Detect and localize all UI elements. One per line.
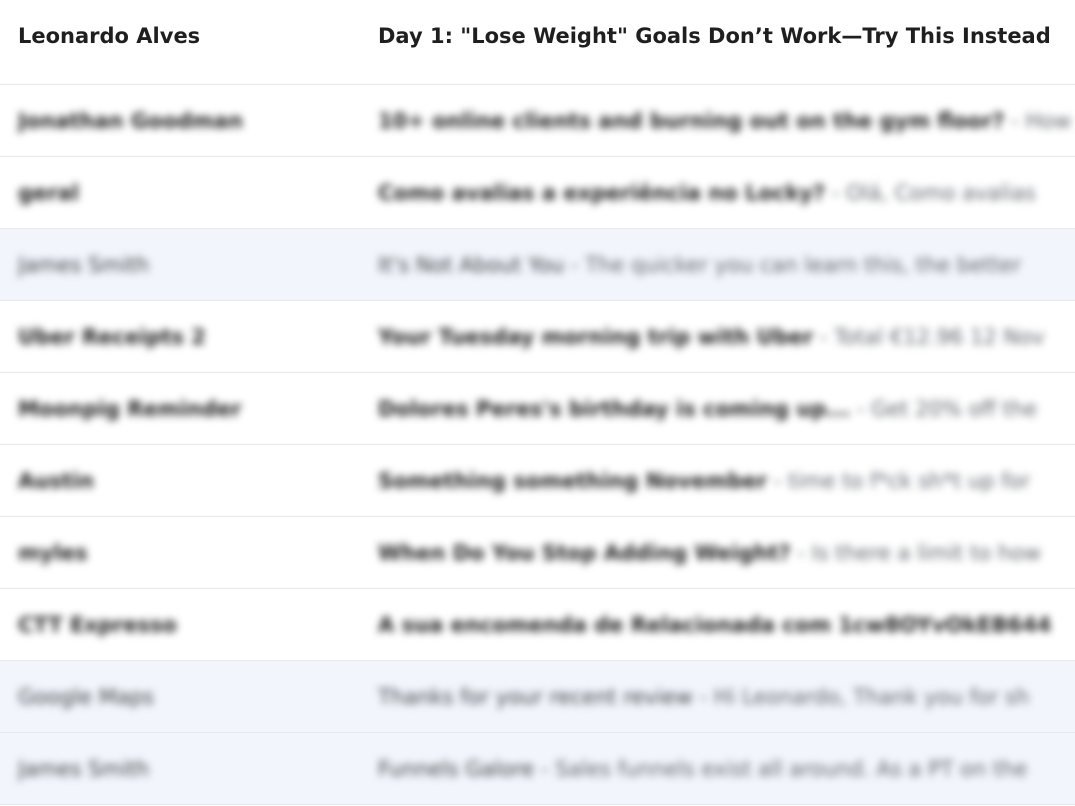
email-subject: Dolores Peres's birthday is coming up...: [378, 397, 851, 421]
email-snippet: time to f*ck sh*t up for: [788, 469, 1031, 493]
email-subject: When Do You Stop Adding Weight?: [378, 541, 791, 565]
email-sender: Uber Receipts 2: [18, 325, 206, 349]
email-row[interactable]: geral Como avalias a experiência no Lock…: [0, 157, 1075, 229]
email-sender: James Smith: [18, 253, 150, 277]
email-subject-line: Something something November - time to f…: [378, 445, 1075, 516]
email-subject-line: It's Not About You - The quicker you can…: [378, 229, 1075, 300]
email-row[interactable]: James Smith Funnels Galore - Sales funne…: [0, 733, 1075, 805]
email-snippet: Total €12.96 12 Nov: [834, 325, 1045, 349]
separator: -: [790, 541, 812, 565]
email-row[interactable]: Google Maps Thanks for your recent revie…: [0, 661, 1075, 733]
separator: -: [692, 685, 714, 709]
separator: -: [825, 181, 847, 205]
email-subject-line: Funnels Galore - Sales funnels exist all…: [378, 733, 1075, 804]
email-snippet: Hi Leonardo, Thank you for sh: [713, 685, 1030, 709]
email-row[interactable]: CTT Expresso A sua encomenda de Relacion…: [0, 589, 1075, 661]
email-list: Leonardo Alves Day 1: "Lose Weight" Goal…: [0, 0, 1075, 806]
separator: -: [534, 757, 556, 781]
email-sender: myles: [18, 541, 88, 565]
email-sender: Google Maps: [18, 685, 154, 709]
email-sender: Austin: [18, 469, 94, 493]
email-subject-line: A sua encomenda de Relacionada com 1cw8O…: [378, 589, 1075, 660]
email-snippet: The quicker you can learn this, the bett…: [585, 253, 1022, 277]
email-subject: Funnels Galore: [378, 757, 535, 781]
email-subject: Thanks for your recent review: [378, 685, 693, 709]
separator: -: [767, 469, 789, 493]
email-subject-line: Your Tuesday morning trip with Uber - To…: [378, 301, 1075, 372]
email-subject-line: 10+ online clients and burning out on th…: [378, 85, 1075, 156]
separator: -: [850, 397, 872, 421]
email-subject: Como avalias a experiência no Locky?: [378, 181, 826, 205]
email-snippet: Get 20% off the: [871, 397, 1038, 421]
email-sender: Leonardo Alves: [18, 24, 201, 48]
email-snippet: Is there a limit to how: [811, 541, 1042, 565]
email-sender: Moonpig Reminder: [18, 397, 242, 421]
separator: -: [1004, 109, 1026, 133]
email-sender: Jonathan Goodman: [18, 109, 243, 133]
email-sender: James Smith: [18, 757, 150, 781]
email-sender: CTT Expresso: [18, 613, 177, 637]
email-subject-line: Como avalias a experiência no Locky? - O…: [378, 157, 1075, 228]
email-subject: It's Not About You: [378, 253, 565, 277]
email-row[interactable]: Moonpig Reminder Dolores Peres's birthda…: [0, 373, 1075, 445]
email-row[interactable]: Uber Receipts 2 Your Tuesday morning tri…: [0, 301, 1075, 373]
email-subject-line: When Do You Stop Adding Weight? - Is the…: [378, 517, 1075, 588]
email-subject: Something something November: [378, 469, 768, 493]
separator: -: [564, 253, 586, 277]
email-subject: Your Tuesday morning trip with Uber: [378, 325, 814, 349]
email-snippet: Olá, Como avalias: [846, 181, 1036, 205]
email-snippet: Sales funnels exist all around. As a PT …: [555, 757, 1028, 781]
separator: -: [813, 325, 835, 349]
email-sender: geral: [18, 181, 80, 205]
email-row[interactable]: Jonathan Goodman 10+ online clients and …: [0, 85, 1075, 157]
email-row[interactable]: Leonardo Alves Day 1: "Lose Weight" Goal…: [0, 0, 1075, 85]
email-subject: A sua encomenda de Relacionada com 1cw8O…: [378, 613, 1052, 637]
email-subject-line: Thanks for your recent review - Hi Leona…: [378, 661, 1075, 732]
email-subject: 10+ online clients and burning out on th…: [378, 109, 1005, 133]
email-row[interactable]: myles When Do You Stop Adding Weight? - …: [0, 517, 1075, 589]
email-subject: Day 1: "Lose Weight" Goals Don’t Work—Tr…: [378, 24, 1051, 48]
email-subject-line: Dolores Peres's birthday is coming up...…: [378, 373, 1075, 444]
email-row[interactable]: Austin Something something November - ti…: [0, 445, 1075, 517]
email-row[interactable]: James Smith It's Not About You - The qui…: [0, 229, 1075, 301]
email-snippet: How: [1025, 109, 1072, 133]
email-subject-line: Day 1: "Lose Weight" Goals Don’t Work—Tr…: [378, 12, 1075, 60]
